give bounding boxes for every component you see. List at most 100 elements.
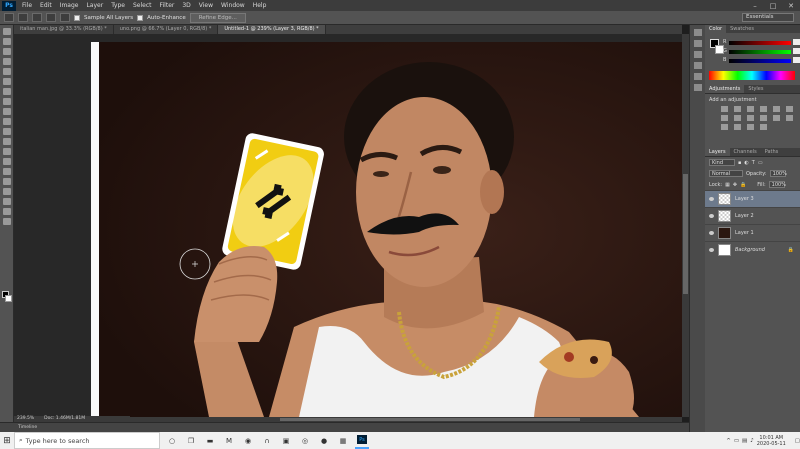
lasso-tool-icon[interactable]	[3, 48, 11, 55]
minimize-icon[interactable]: –	[746, 2, 764, 10]
paragraph-icon[interactable]	[693, 73, 702, 80]
tab-adjustments[interactable]: Adjustments	[705, 85, 745, 93]
blur-tool-icon[interactable]	[3, 148, 11, 155]
red-slider[interactable]: R	[723, 39, 800, 45]
visibility-eye-icon[interactable]	[709, 214, 714, 218]
levels-icon[interactable]	[734, 106, 741, 112]
green-slider[interactable]: G	[723, 48, 800, 54]
gradient-map-icon[interactable]	[747, 124, 754, 130]
properties-icon[interactable]	[693, 40, 702, 47]
brush-presets-icon[interactable]	[693, 84, 702, 91]
menu-3d[interactable]: 3D	[178, 2, 194, 9]
menu-edit[interactable]: Edit	[36, 2, 56, 9]
visibility-eye-icon[interactable]	[709, 231, 714, 235]
brush-size-icon[interactable]	[60, 13, 70, 22]
malwarebytes-icon[interactable]: M	[222, 432, 236, 449]
close-icon[interactable]: ✕	[782, 2, 800, 10]
blue-value-field[interactable]	[793, 57, 800, 63]
layer-row-background[interactable]: Background 🔒	[705, 241, 800, 258]
app-icon[interactable]: ▦	[336, 432, 350, 449]
layer-row-layer-3[interactable]: Layer 3	[705, 190, 800, 207]
menu-window[interactable]: Window	[217, 2, 249, 9]
tab-color[interactable]: Color	[705, 25, 727, 33]
notifications-icon[interactable]: ▢	[795, 438, 800, 444]
opacity-field[interactable]: 100%	[769, 170, 787, 177]
color-spectrum[interactable]	[709, 71, 795, 80]
quick-selection-tool-icon[interactable]	[3, 58, 11, 65]
headphones-app-icon[interactable]: ∩	[260, 432, 274, 449]
blend-mode-select[interactable]: Normal	[709, 170, 743, 177]
chrome-icon[interactable]: ◎	[298, 432, 312, 449]
subtract-from-selection-icon[interactable]	[46, 13, 56, 22]
lock-position-icon[interactable]: ✥	[733, 182, 737, 188]
photoshop-taskbar-icon[interactable]: Ps	[355, 432, 369, 449]
refine-edge-button[interactable]: Refine Edge...	[189, 12, 246, 23]
channel-mixer-icon[interactable]	[760, 115, 767, 121]
exposure-icon[interactable]	[760, 106, 767, 112]
zoom-tool-icon[interactable]	[3, 218, 11, 225]
visibility-eye-icon[interactable]	[709, 248, 714, 252]
visibility-eye-icon[interactable]	[709, 197, 714, 201]
move-tool-icon[interactable]	[3, 28, 11, 35]
eraser-tool-icon[interactable]	[3, 128, 11, 135]
filter-adjustment-icon[interactable]: ◐	[744, 160, 748, 166]
filter-type-icon[interactable]: T	[752, 160, 755, 166]
horizontal-scroll-thumb[interactable]	[280, 418, 580, 421]
background-color-swatch[interactable]	[5, 295, 12, 302]
canvas-area[interactable]	[14, 34, 682, 417]
invert-icon[interactable]	[786, 115, 793, 121]
photo-filter-icon[interactable]	[747, 115, 754, 121]
dodge-tool-icon[interactable]	[3, 158, 11, 165]
obs-icon[interactable]: ●	[317, 432, 331, 449]
auto-enhance-checkbox[interactable]	[137, 14, 144, 21]
document-canvas[interactable]	[99, 42, 682, 417]
type-tool-icon[interactable]	[3, 178, 11, 185]
tab-swatches[interactable]: Swatches	[726, 25, 758, 33]
network-icon[interactable]: ▤	[742, 438, 747, 444]
new-selection-icon[interactable]	[18, 13, 28, 22]
nvidia-icon[interactable]: ▣	[279, 432, 293, 449]
layer-kind-filter[interactable]: Kind	[709, 159, 735, 166]
tab-paths[interactable]: Paths	[761, 148, 783, 156]
menu-file[interactable]: File	[18, 2, 36, 9]
menu-view[interactable]: View	[195, 2, 217, 9]
red-value-field[interactable]	[793, 39, 800, 45]
steam-icon[interactable]: ◉	[241, 432, 255, 449]
history-brush-tool-icon[interactable]	[3, 118, 11, 125]
taskbar-search[interactable]: ⌕ Type here to search	[14, 432, 160, 449]
info-icon[interactable]	[693, 51, 702, 58]
posterize-icon[interactable]	[721, 124, 728, 130]
battery-icon[interactable]: ▭	[734, 438, 739, 444]
vertical-scroll-thumb[interactable]	[683, 174, 688, 294]
brightness-contrast-icon[interactable]	[721, 106, 728, 112]
selective-color-icon[interactable]	[760, 124, 767, 130]
tab-uno[interactable]: uno.png @ 66.7% (Layer 0, RGB/8) *	[114, 25, 219, 34]
tab-channels[interactable]: Channels	[730, 148, 761, 156]
lock-all-icon[interactable]: 🔒	[740, 182, 746, 188]
layer-row-layer-2[interactable]: Layer 2	[705, 207, 800, 224]
menu-type[interactable]: Type	[107, 2, 129, 9]
hand-tool-icon[interactable]	[3, 208, 11, 215]
menu-image[interactable]: Image	[56, 2, 83, 9]
windows-start-icon[interactable]: ⊞	[0, 432, 14, 449]
brush-tool-icon[interactable]	[3, 98, 11, 105]
maximize-icon[interactable]: □	[764, 2, 782, 10]
tab-untitled-1[interactable]: Untitled-1 @ 239% (Layer 3, RGB/8) *	[218, 25, 326, 34]
history-icon[interactable]	[693, 29, 702, 36]
layer-row-layer-1[interactable]: Layer 1	[705, 224, 800, 241]
filter-pixel-icon[interactable]: ▪	[738, 160, 741, 166]
tab-layers[interactable]: Layers	[705, 148, 730, 156]
task-view-icon[interactable]: ❐	[184, 432, 198, 449]
cortana-icon[interactable]: ○	[165, 432, 179, 449]
pen-tool-icon[interactable]	[3, 168, 11, 175]
fill-field[interactable]: 100%	[768, 181, 786, 188]
color-lookup-icon[interactable]	[773, 115, 780, 121]
clone-stamp-tool-icon[interactable]	[3, 108, 11, 115]
add-to-selection-icon[interactable]	[32, 13, 42, 22]
black-white-icon[interactable]	[734, 115, 741, 121]
tab-styles[interactable]: Styles	[744, 85, 767, 93]
file-explorer-icon[interactable]: ▬	[203, 432, 217, 449]
tab-italian-man[interactable]: italian man.jpg @ 33.3% (RGB/8) *	[14, 25, 114, 34]
lock-pixels-icon[interactable]: ▦	[725, 182, 730, 188]
marquee-tool-icon[interactable]	[3, 38, 11, 45]
